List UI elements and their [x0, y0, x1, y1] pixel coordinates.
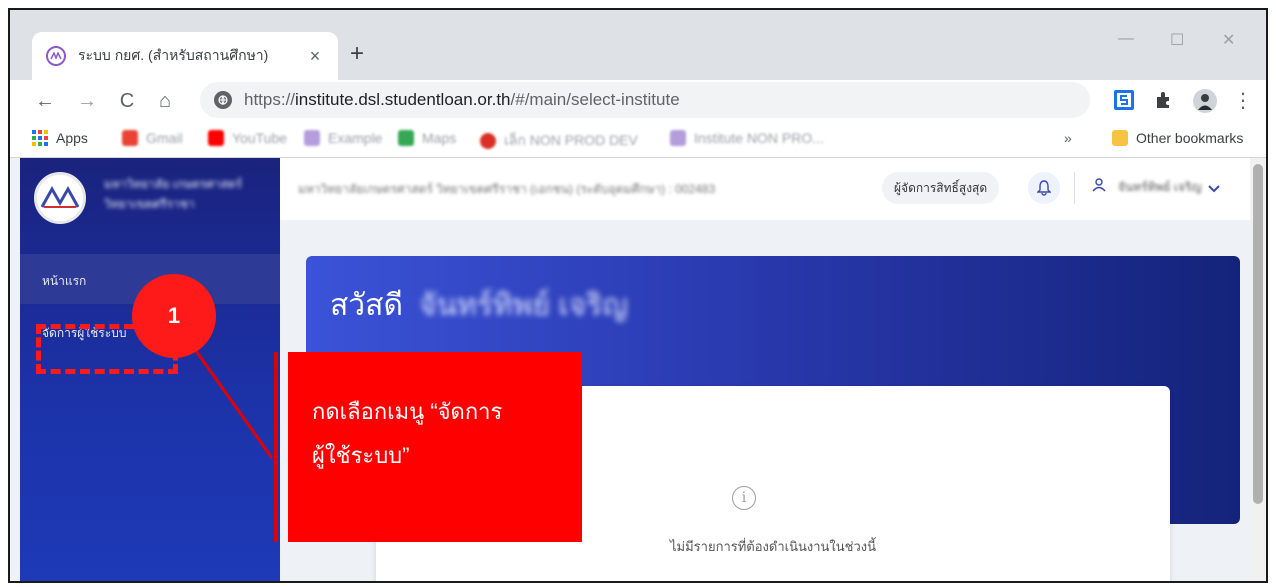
instruction-callout: กดเลือกเมนู “จัดการ ผู้ใช้ระบบ” [288, 352, 582, 542]
callout-text: กดเลือกเมนู “จัดการ ผู้ใช้ระบบ” [312, 399, 503, 468]
highlight-box [36, 324, 178, 374]
browser-window: ระบบ กยศ. (สำหรับสถานศึกษา) × + — ☐ ✕ ← … [8, 8, 1268, 583]
callout-accent-bar [274, 352, 278, 542]
